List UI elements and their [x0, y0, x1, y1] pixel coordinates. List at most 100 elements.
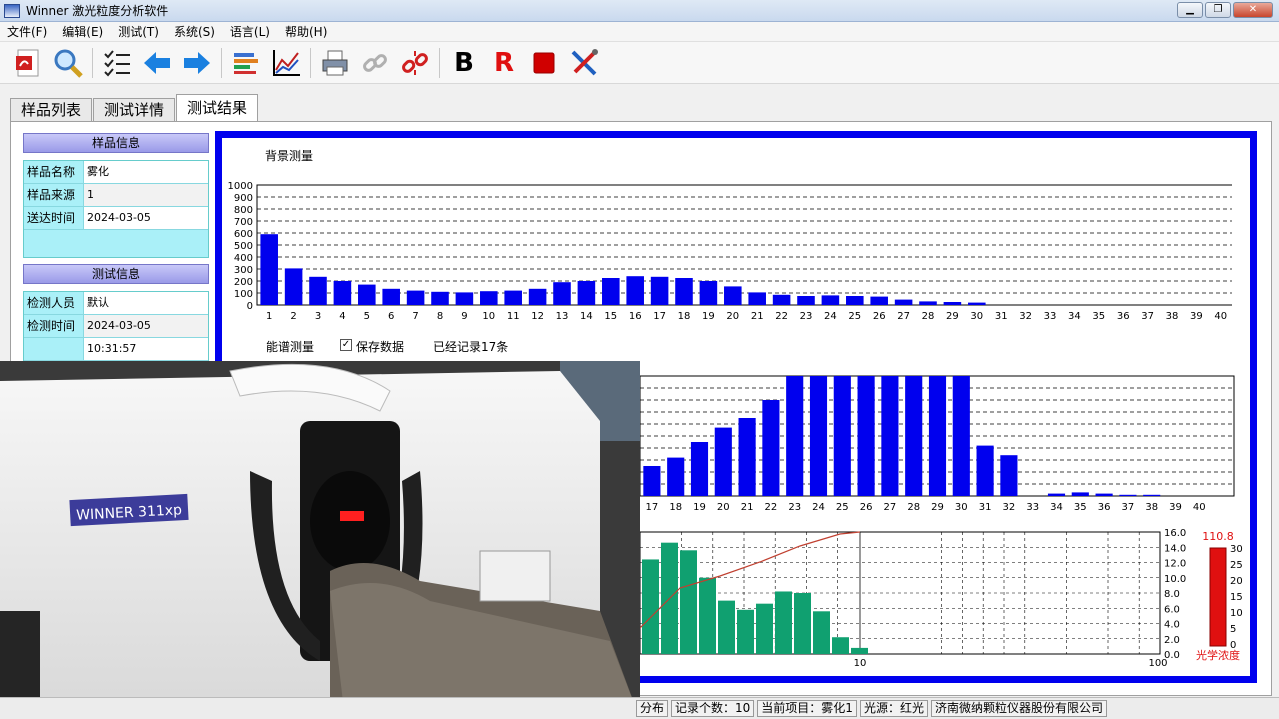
bar [642, 559, 659, 654]
bar [309, 276, 327, 305]
tab-test-details[interactable]: 测试详情 [93, 98, 176, 122]
menu-language[interactable]: 语言(L) [223, 23, 278, 40]
concentration-tick: 5 [1230, 624, 1236, 635]
arrow-right-icon[interactable] [181, 47, 213, 79]
x-tick-label: 28 [907, 502, 920, 513]
line-chart-icon[interactable] [270, 47, 302, 79]
y-tick-label: 14.0 [1164, 543, 1186, 554]
x-tick-label: 27 [897, 311, 910, 320]
bar [431, 291, 449, 305]
tools-icon[interactable] [568, 47, 600, 79]
x-tick-label: 37 [1141, 311, 1154, 320]
x-tick-label: 18 [678, 311, 691, 320]
bar [1047, 493, 1066, 496]
maximize-button[interactable]: ❐ [1205, 2, 1231, 18]
concentration-tick: 10 [1230, 608, 1243, 619]
tab-sample-list[interactable]: 样品列表 [10, 98, 93, 122]
delivery-time-value: 2024-03-05 [84, 207, 208, 229]
y-tick-label: 16.0 [1164, 528, 1186, 539]
menu-system[interactable]: 系统(S) [167, 23, 223, 40]
arrow-left-icon[interactable] [141, 47, 173, 79]
x-tick-label: 17 [653, 311, 666, 320]
bar [626, 276, 644, 305]
bar [406, 290, 425, 305]
menu-file[interactable]: 文件(F) [0, 23, 55, 40]
menu-edit[interactable]: 编辑(E) [55, 23, 111, 40]
bar [260, 234, 278, 305]
bars-icon[interactable] [230, 47, 262, 79]
bar [952, 376, 970, 496]
close-button[interactable]: ✕ [1233, 2, 1273, 18]
menu-help[interactable]: 帮助(H) [278, 23, 335, 40]
bar [1143, 494, 1161, 496]
concentration-tick: 25 [1230, 560, 1243, 571]
bar [821, 295, 840, 305]
y-tick-label: 700 [234, 217, 253, 228]
y-tick-label: 1000 [228, 181, 253, 192]
zoom-icon[interactable] [52, 47, 84, 79]
bar [833, 376, 851, 496]
x-tick-label: 30 [970, 311, 983, 320]
bar [968, 302, 986, 305]
minimize-button[interactable]: ▁ [1177, 2, 1203, 18]
stop-icon[interactable] [528, 47, 560, 79]
x-tick-label: 2 [290, 311, 296, 320]
pdf-icon[interactable] [12, 47, 44, 79]
bar [455, 292, 474, 305]
sample-info-header: 样品信息 [23, 133, 209, 153]
x-tick-label: 23 [788, 502, 801, 513]
x-tick-label: 27 [884, 502, 897, 513]
x-tick-label: 36 [1098, 502, 1111, 513]
printer-icon[interactable] [319, 47, 351, 79]
test-clock-value: 10:31:57 [84, 338, 208, 360]
y-tick-label: 2.0 [1164, 635, 1180, 646]
toolbar-separator [221, 47, 222, 78]
x-tick-label: 100 [1148, 658, 1167, 668]
bar [832, 637, 849, 654]
x-tick-label: 10 [854, 658, 867, 668]
bar [358, 284, 376, 305]
window-controls: ▁ ❐ ✕ [1177, 2, 1273, 18]
y-tick-label: 100 [234, 289, 253, 300]
bar [699, 281, 718, 305]
delivery-time-row: 送达时间 2024-03-05 [24, 207, 208, 230]
tab-test-results[interactable]: 测试结果 [176, 94, 259, 122]
x-tick-label: 10 [482, 311, 495, 320]
y-tick-label: 200 [234, 277, 253, 288]
test-clock-row: 10:31:57 [24, 338, 208, 361]
window-title: Winner 激光粒度分析软件 [26, 4, 169, 18]
y-tick-label: 0 [247, 301, 253, 312]
x-tick-label: 19 [693, 502, 706, 513]
checklist-icon[interactable] [101, 47, 133, 79]
bar [284, 268, 303, 305]
status-record-count: 记录个数：10 [671, 700, 755, 717]
y-tick-label: 10.0 [1164, 574, 1186, 585]
bar [643, 466, 661, 496]
bar [870, 296, 888, 305]
bar [680, 550, 697, 654]
x-tick-label: 21 [741, 502, 754, 513]
toolbar-separator [92, 47, 93, 78]
x-tick-label: 24 [824, 311, 837, 320]
app-icon [4, 3, 20, 18]
bar [846, 296, 864, 305]
distribution-chart: 16.014.012.010.08.06.04.02.00.010 100110.… [640, 528, 1243, 668]
x-tick-label: 21 [751, 311, 764, 320]
save-data-checkbox[interactable]: ✓ [340, 339, 352, 351]
link-icon[interactable] [359, 47, 391, 79]
y-tick-label: 600 [234, 229, 253, 240]
toolbar: B R [0, 42, 1279, 84]
status-current-project: 当前项目：雾化1 [757, 700, 857, 717]
y-tick-label: 900 [234, 193, 253, 204]
bar [333, 281, 352, 305]
bar [480, 291, 498, 305]
menu-test[interactable]: 测试(T) [111, 23, 167, 40]
x-tick-label: 13 [556, 311, 569, 320]
sample-source-row: 样品来源 1 [24, 184, 208, 207]
spectrum-chart: 17 18 19 20 21 22 23 24 25 26 27 28 29 30 31 32 33 34 35 36… [640, 375, 1235, 513]
unlink-icon[interactable] [399, 47, 431, 79]
r-button[interactable]: R [488, 47, 520, 79]
bar [1071, 492, 1089, 496]
bar [528, 288, 547, 305]
b-button[interactable]: B [448, 47, 480, 79]
